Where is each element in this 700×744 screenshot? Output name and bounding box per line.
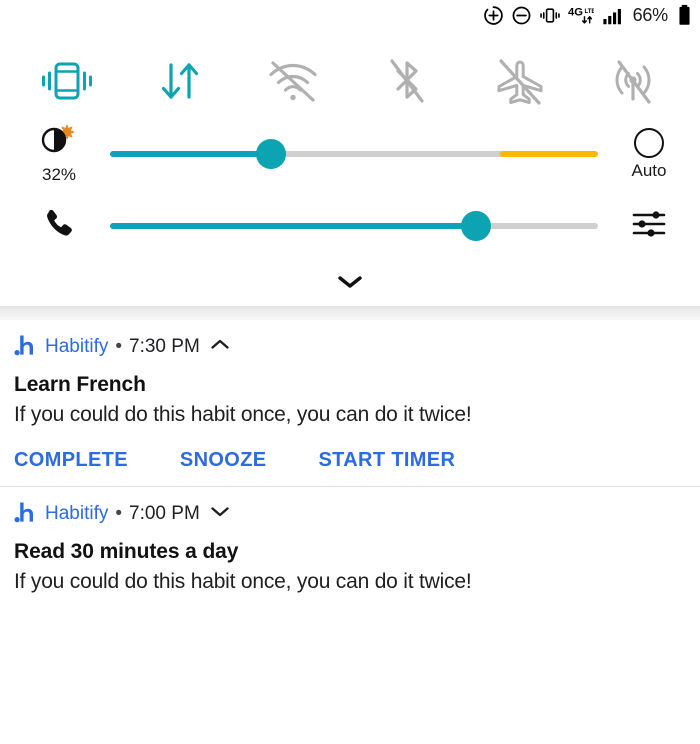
expand-notification-button[interactable]: [210, 505, 230, 523]
volume-slider-thumb[interactable]: [461, 211, 491, 241]
shade-divider: [0, 306, 700, 320]
mobile-data-toggle[interactable]: [145, 46, 215, 116]
auto-brightness-radio[interactable]: [634, 127, 664, 158]
volume-slider-row: [0, 190, 700, 262]
data-transfer-icon: [155, 55, 205, 107]
habitify-app-icon: [14, 333, 36, 362]
collapse-notification-button[interactable]: [210, 338, 230, 356]
tune-sliders-icon: [632, 209, 666, 244]
phone-call-icon: [41, 206, 77, 247]
notification-header-separator: •: [115, 503, 123, 524]
notification-app-name: Habitify: [45, 336, 109, 357]
brightness-track-high-zone: [500, 151, 598, 157]
brightness-value-label: 32%: [41, 165, 77, 184]
bluetooth-off-icon: [384, 54, 430, 108]
notification-header[interactable]: Habitify • 7:30 PM: [14, 334, 686, 360]
status-bar: 4G LTE 66%: [0, 0, 700, 30]
brightness-track-fill: [110, 151, 272, 157]
notification-timestamp: 7:00 PM: [129, 503, 200, 524]
wifi-off-icon: [264, 56, 322, 106]
signal-bars-icon: [601, 5, 625, 26]
notification-timestamp: 7:30 PM: [129, 336, 200, 357]
quick-settings-panel: 32% Auto: [0, 30, 700, 306]
notification-card[interactable]: Habitify • 7:00 PM Read 30 minutes a day…: [0, 486, 700, 600]
svg-text:LTE: LTE: [584, 8, 594, 14]
start-timer-action-button[interactable]: START TIMER: [318, 449, 455, 472]
notification-title: Read 30 minutes a day: [14, 540, 239, 563]
complete-action-button[interactable]: COMPLETE: [14, 449, 128, 472]
vibrate-toggle[interactable]: [32, 46, 102, 116]
4g-lte-data-icon: 4G LTE: [568, 5, 594, 26]
notification-app-name: Habitify: [45, 503, 109, 524]
battery-icon: [677, 4, 692, 26]
chevron-up-icon: [210, 338, 230, 356]
brightness-slider-row: 32% Auto: [0, 118, 700, 190]
chevron-down-icon: [337, 274, 363, 295]
bluetooth-toggle[interactable]: [372, 46, 442, 116]
svg-text:4G: 4G: [568, 6, 583, 18]
expand-quick-settings-button[interactable]: [0, 262, 700, 306]
airplane-mode-toggle[interactable]: [485, 46, 555, 116]
battery-percentage: 66%: [632, 4, 669, 25]
notification-header-separator: •: [115, 336, 123, 357]
brightness-slider-thumb[interactable]: [256, 139, 287, 169]
volume-track-fill: [110, 223, 476, 229]
notification-title: Learn French: [14, 373, 146, 396]
do-not-disturb-icon: [511, 5, 532, 26]
wifi-toggle[interactable]: [258, 46, 328, 116]
notification-body: If you could do this habit once, you can…: [14, 570, 472, 593]
auto-brightness-label: Auto: [631, 160, 667, 180]
volume-slider[interactable]: [110, 206, 598, 246]
notification-actions: COMPLETE SNOOZE START TIMER: [14, 449, 686, 472]
airplane-off-icon: [491, 55, 549, 107]
notification-body: If you could do this habit once, you can…: [14, 403, 472, 426]
auto-brightness-toggle[interactable]: Auto: [612, 127, 686, 181]
status-bar-icons: 4G LTE 66%: [483, 4, 692, 26]
add-circle-icon: [483, 5, 504, 26]
hotspot-off-icon: [606, 55, 660, 107]
notification-card[interactable]: Habitify • 7:30 PM Learn French If you c…: [0, 320, 700, 486]
sound-settings-button[interactable]: [612, 209, 686, 244]
vibrate-icon: [39, 54, 95, 108]
quick-settings-toggle-row: [0, 44, 700, 118]
habitify-app-icon: [14, 500, 36, 529]
brightness-indicator: 32%: [22, 123, 96, 185]
chevron-down-icon: [210, 505, 230, 523]
hotspot-toggle[interactable]: [598, 46, 668, 116]
brightness-icon: [38, 123, 80, 162]
brightness-slider[interactable]: [110, 134, 598, 174]
notification-header[interactable]: Habitify • 7:00 PM: [14, 501, 686, 527]
snooze-action-button[interactable]: SNOOZE: [180, 449, 267, 472]
vibrate-icon: [539, 5, 561, 26]
volume-indicator: [22, 206, 96, 247]
notification-list: Habitify • 7:30 PM Learn French If you c…: [0, 320, 700, 600]
